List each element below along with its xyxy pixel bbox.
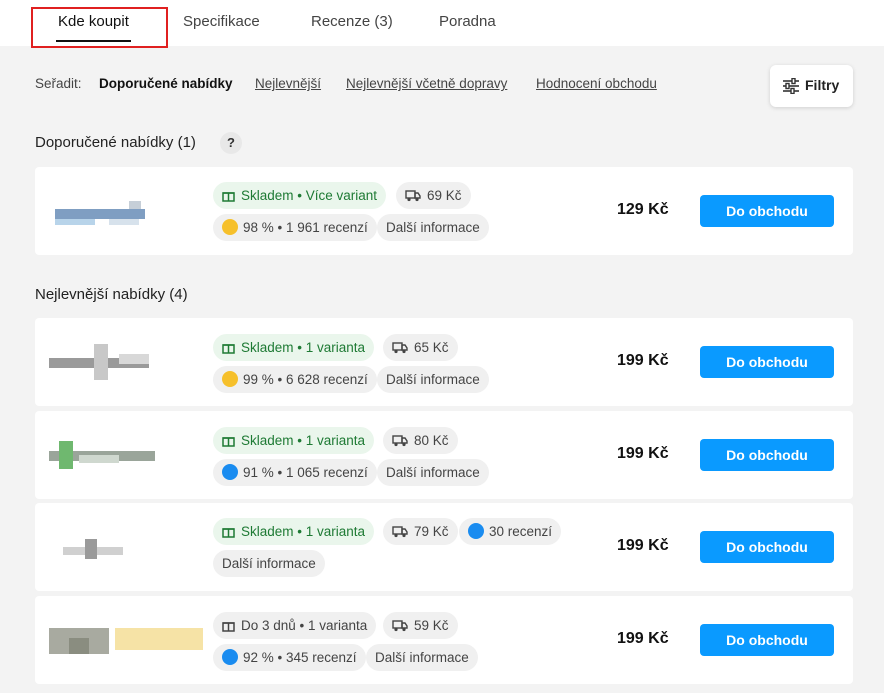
truck-icon (392, 435, 408, 447)
tab-label: Poradna (439, 13, 496, 30)
section-title-cheapest: Nejlevnější nabídky (4) (35, 286, 188, 303)
offer-card: Skladem • 1 varianta 80 Kč 91 % • 1 065 … (35, 411, 853, 499)
rating-text: 92 % • 345 recenzí (243, 650, 357, 665)
more-info-button[interactable]: Další informace (377, 459, 489, 486)
shipping-price: 80 Kč (414, 433, 449, 448)
gift-icon (222, 437, 235, 447)
more-info-button[interactable]: Další informace (377, 366, 489, 393)
sliders-icon (783, 78, 799, 94)
sort-label: Seřadit: (35, 76, 82, 91)
gift-icon (222, 622, 235, 632)
help-icon[interactable]: ? (220, 132, 242, 154)
rating-badge: 98 % • 1 961 recenzí (213, 214, 377, 241)
tab-label: Kde koupit (58, 13, 129, 30)
shop-logo (63, 539, 123, 559)
shipping-price: 65 Kč (414, 340, 449, 355)
shipping-price: 79 Kč (414, 524, 449, 539)
rating-text: 98 % • 1 961 recenzí (243, 220, 368, 235)
tab-poradna[interactable]: Poradna (439, 0, 496, 46)
offer-price: 199 Kč (617, 630, 669, 647)
rating-badge: 30 recenzí (459, 518, 562, 545)
availability-badge: Skladem • Více variant (213, 182, 387, 209)
gift-icon (222, 528, 235, 538)
shop-rating-icon (222, 371, 238, 388)
shipping-badge: 79 Kč (383, 518, 458, 545)
shipping-badge: 80 Kč (383, 427, 458, 454)
shop-rating-icon (222, 219, 238, 236)
offer-card: Skladem • Více variant 69 Kč 98 % • 1 96… (35, 167, 853, 255)
rating-badge: 92 % • 345 recenzí (213, 644, 366, 671)
shop-logo (49, 344, 149, 380)
sort-option-cheapest-shipping[interactable]: Nejlevnější včetně dopravy (346, 76, 507, 91)
shop-rating-icon (468, 523, 484, 540)
offer-price: 129 Kč (617, 201, 669, 218)
shipping-price: 59 Kč (414, 618, 449, 633)
availability-text: Do 3 dnů • 1 varianta (241, 618, 368, 633)
tab-label: Recenze (3) (311, 13, 393, 30)
truck-icon (392, 620, 408, 632)
tab-label: Specifikace (183, 13, 260, 30)
go-to-shop-button[interactable]: Do obchodu (700, 346, 834, 378)
filter-button[interactable]: Filtry (770, 65, 853, 107)
active-tab-underline (56, 40, 131, 42)
gift-icon (222, 344, 235, 354)
shop-rating-icon (222, 464, 238, 481)
section-title-recommended: Doporučené nabídky (1) (35, 134, 196, 151)
availability-text: Skladem • Více variant (241, 188, 378, 203)
availability-text: Skladem • 1 varianta (241, 433, 366, 448)
go-to-shop-button[interactable]: Do obchodu (700, 624, 834, 656)
shop-rating-icon (222, 649, 238, 666)
offer-card: Skladem • 1 varianta 79 Kč 30 recenzí Da… (35, 503, 853, 591)
go-to-shop-button[interactable]: Do obchodu (700, 195, 834, 227)
availability-badge: Skladem • 1 varianta (213, 334, 375, 361)
more-info-button[interactable]: Další informace (377, 214, 489, 241)
shop-logo (49, 441, 155, 469)
shipping-badge: 69 Kč (396, 182, 471, 209)
shop-logo (49, 628, 203, 654)
shop-logo (55, 201, 145, 225)
truck-icon (392, 342, 408, 354)
go-to-shop-button[interactable]: Do obchodu (700, 439, 834, 471)
filter-label: Filtry (805, 77, 840, 93)
availability-badge: Skladem • 1 varianta (213, 427, 375, 454)
sort-option-cheapest[interactable]: Nejlevnější (255, 76, 321, 91)
offer-card: Skladem • 1 varianta 65 Kč 99 % • 6 628 … (35, 318, 853, 406)
more-info-button[interactable]: Další informace (366, 644, 478, 671)
sort-option-recommended[interactable]: Doporučené nabídky (99, 76, 233, 91)
more-info-button[interactable]: Další informace (213, 550, 325, 577)
rating-text: 30 recenzí (489, 524, 553, 539)
rating-text: 91 % • 1 065 recenzí (243, 465, 368, 480)
availability-badge: Do 3 dnů • 1 varianta (213, 612, 377, 639)
availability-text: Skladem • 1 varianta (241, 524, 366, 539)
rating-badge: 91 % • 1 065 recenzí (213, 459, 377, 486)
truck-icon (392, 526, 408, 538)
truck-icon (405, 190, 421, 202)
offer-card: Do 3 dnů • 1 varianta 59 Kč 92 % • 345 r… (35, 596, 853, 684)
tab-recenze[interactable]: Recenze (3) (311, 0, 393, 46)
rating-text: 99 % • 6 628 recenzí (243, 372, 368, 387)
tab-specifikace[interactable]: Specifikace (183, 0, 260, 46)
shipping-badge: 59 Kč (383, 612, 458, 639)
tab-bar: Kde koupit Specifikace Recenze (3) Porad… (0, 0, 884, 46)
availability-text: Skladem • 1 varianta (241, 340, 366, 355)
rating-badge: 99 % • 6 628 recenzí (213, 366, 377, 393)
tab-kde-koupit[interactable]: Kde koupit (56, 0, 131, 46)
shipping-price: 69 Kč (427, 188, 462, 203)
sort-option-shop-rating[interactable]: Hodnocení obchodu (536, 76, 657, 91)
offer-price: 199 Kč (617, 537, 669, 554)
availability-badge: Skladem • 1 varianta (213, 518, 375, 545)
offer-price: 199 Kč (617, 445, 669, 462)
gift-icon (222, 192, 235, 202)
offer-price: 199 Kč (617, 352, 669, 369)
go-to-shop-button[interactable]: Do obchodu (700, 531, 834, 563)
shipping-badge: 65 Kč (383, 334, 458, 361)
